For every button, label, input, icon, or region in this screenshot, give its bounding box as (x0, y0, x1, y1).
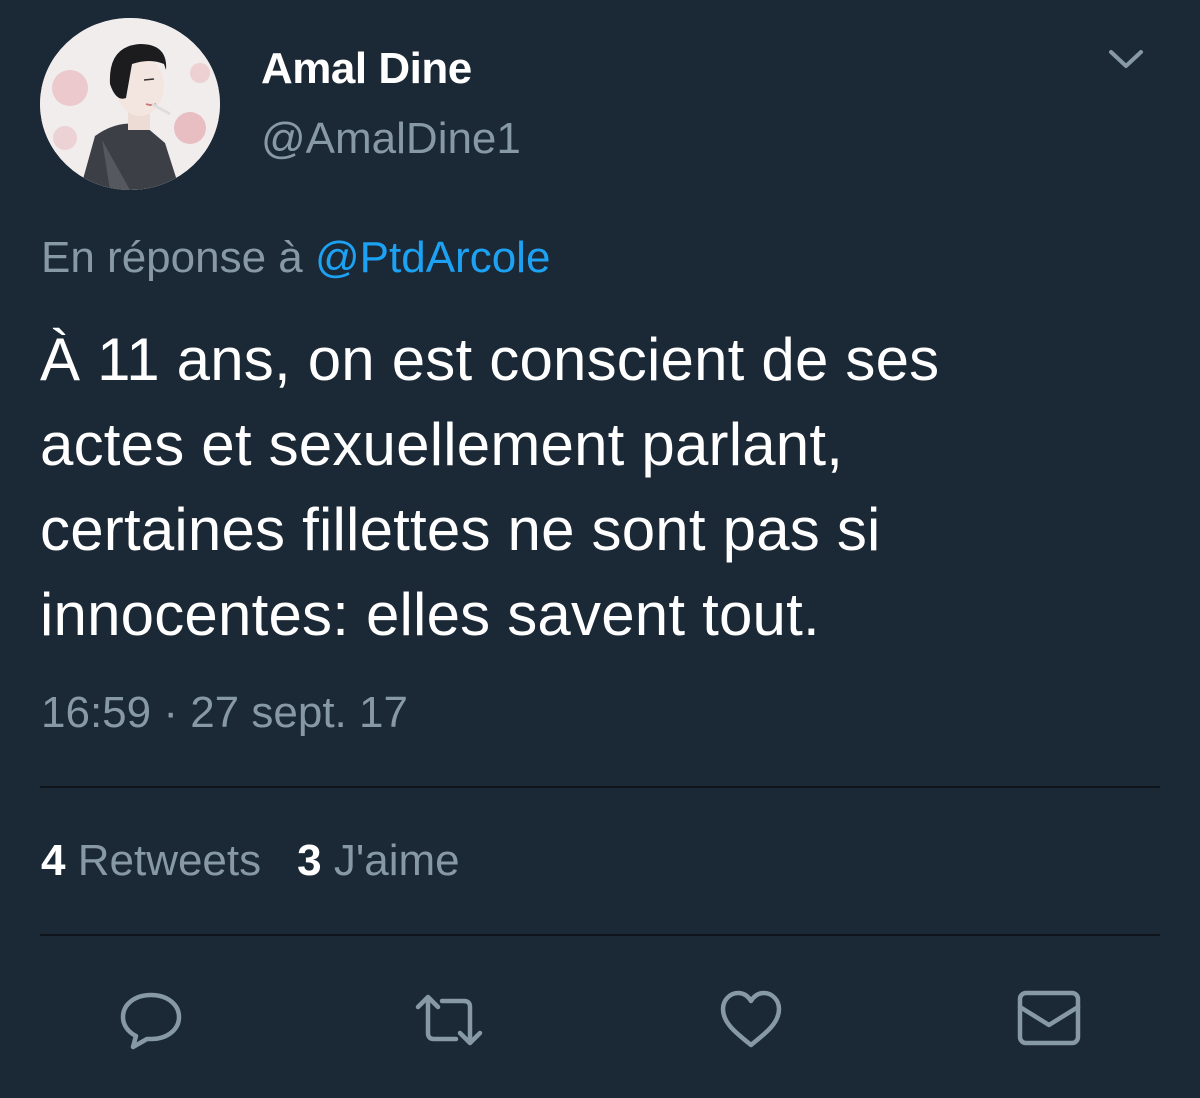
envelope-icon (1017, 990, 1081, 1046)
retweets-label: Retweets (77, 836, 262, 885)
action-bar (0, 985, 1200, 1055)
reply-button[interactable] (116, 985, 186, 1055)
tweet-stats: 4 Retweets 3 J'aime (41, 836, 460, 886)
likes-stat[interactable]: 3 J'aime (297, 836, 460, 885)
tweet-detail: Amal Dine @AmalDine1 En réponse à @PtdAr… (0, 0, 1200, 1098)
avatar-illustration (40, 18, 220, 190)
speech-bubble-icon (120, 992, 182, 1050)
retweet-icon (415, 994, 483, 1046)
reply-mention-link[interactable]: @PtdArcole (315, 233, 550, 282)
direct-message-button[interactable] (1014, 985, 1084, 1055)
reply-context: En réponse à @PtdArcole (41, 233, 550, 283)
retweet-button[interactable] (414, 985, 484, 1055)
tweet-text: À 11 ans, on est conscient de ses actes … (40, 326, 940, 648)
divider (40, 786, 1160, 788)
tweet-header: Amal Dine @AmalDine1 (40, 18, 1160, 198)
chevron-down-icon[interactable] (1106, 44, 1146, 74)
author-name[interactable]: Amal Dine (261, 44, 472, 94)
avatar[interactable] (40, 18, 220, 190)
retweets-stat[interactable]: 4 Retweets (41, 836, 261, 885)
reply-prefix: En réponse à (41, 233, 303, 282)
likes-label: J'aime (333, 836, 460, 885)
likes-count: 3 (297, 836, 322, 885)
heart-icon (720, 990, 782, 1048)
author-handle[interactable]: @AmalDine1 (261, 114, 521, 164)
tweet-timestamp[interactable]: 16:59 · 27 sept. 17 (41, 688, 408, 738)
retweets-count: 4 (41, 836, 66, 885)
like-button[interactable] (716, 985, 786, 1055)
divider (40, 934, 1160, 936)
